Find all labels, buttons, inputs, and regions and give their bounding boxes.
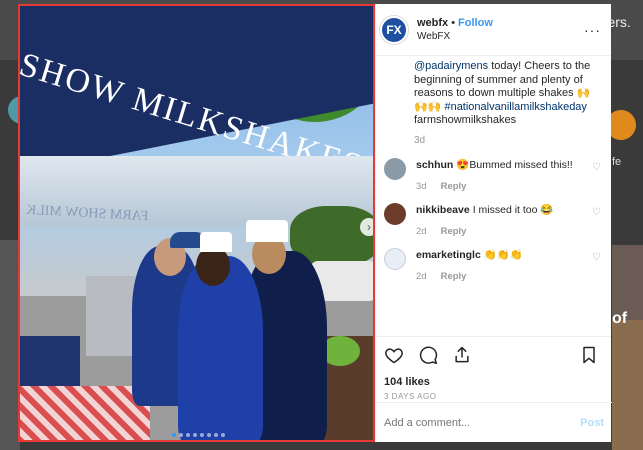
- comment-bubble-icon[interactable]: [418, 345, 442, 369]
- caption-tail: farmshowmilkshakes: [414, 114, 517, 126]
- mention-link[interactable]: @padairymens: [414, 60, 488, 72]
- next-image-arrow-icon[interactable]: ›: [360, 218, 373, 236]
- comment-item: nikkibeave I missed it too 😂 2d Reply ♡: [384, 203, 601, 237]
- background-big-text-right: of: [612, 310, 628, 327]
- comment-body: schhun 😍Bummed missed this!! 3d Reply: [416, 158, 601, 192]
- post-comment-button[interactable]: Post: [580, 417, 604, 429]
- carousel-dot[interactable]: [193, 433, 197, 437]
- avatar[interactable]: FX: [380, 15, 408, 44]
- post-modal: SHOW MILKSHAKES FARM SHOW MILK › FX webf…: [18, 4, 612, 442]
- comment-meta: 3d Reply: [416, 181, 601, 192]
- comment-text: 😍Bummed missed this!!: [456, 159, 573, 171]
- comment-body: emarketinglc 👏👏👏 2d Reply: [416, 248, 601, 282]
- comment-avatar[interactable]: [384, 248, 406, 270]
- caption-time[interactable]: 3d: [414, 134, 601, 148]
- background-image-right-lower: [612, 320, 643, 450]
- carousel-dot[interactable]: [179, 433, 183, 437]
- comment-time[interactable]: 3d: [416, 181, 427, 192]
- carousel-dot[interactable]: [186, 433, 190, 437]
- background-card-left: [0, 240, 20, 450]
- add-comment-bar: Post: [376, 402, 612, 442]
- reply-button[interactable]: Reply: [441, 226, 467, 237]
- comment-body: nikkibeave I missed it too 😂 2d Reply: [416, 203, 601, 237]
- carousel-dot[interactable]: [221, 433, 225, 437]
- carousel-dot[interactable]: [172, 433, 176, 437]
- username-link[interactable]: webfx: [417, 17, 448, 29]
- comment-username[interactable]: emarketinglc: [416, 249, 481, 261]
- carousel-dots: [20, 424, 373, 440]
- comment-avatar[interactable]: [384, 158, 406, 180]
- paper-hat-center: [200, 232, 232, 252]
- reply-button[interactable]: Reply: [441, 271, 467, 282]
- more-options-icon[interactable]: ···: [584, 22, 601, 38]
- comment-item: emarketinglc 👏👏👏 2d Reply ♡: [384, 248, 601, 282]
- post-side-panel: FX webfx • Follow WebFX ··· @padairymens t…: [375, 4, 612, 442]
- like-heart-icon[interactable]: [384, 345, 408, 369]
- post-photo[interactable]: SHOW MILKSHAKES FARM SHOW MILK ›: [18, 4, 375, 442]
- post-header: FX webfx • Follow WebFX ···: [376, 4, 611, 56]
- comment-text: 👏👏👏: [483, 249, 524, 261]
- comment-like-heart-icon[interactable]: ♡: [592, 252, 601, 263]
- likes-count[interactable]: 104 likes: [376, 376, 611, 388]
- comment-meta: 2d Reply: [416, 226, 601, 237]
- carousel-dot[interactable]: [214, 433, 218, 437]
- comments-list[interactable]: @padairymens today! Cheers to the beginn…: [376, 56, 611, 336]
- comment-username[interactable]: schhun: [416, 159, 453, 171]
- carousel-dot[interactable]: [200, 433, 204, 437]
- follow-button[interactable]: Follow: [458, 17, 493, 29]
- comment-time[interactable]: 2d: [416, 271, 427, 282]
- background-text-right: fe: [612, 156, 622, 168]
- header-info: webfx • Follow WebFX: [417, 17, 584, 42]
- separator-bullet: •: [451, 17, 456, 29]
- reply-button[interactable]: Reply: [441, 181, 467, 192]
- action-bar: [376, 336, 611, 376]
- bookmark-icon[interactable]: [579, 345, 603, 369]
- share-icon[interactable]: [452, 345, 476, 369]
- header-top-line: webfx • Follow: [417, 17, 584, 29]
- comment-time[interactable]: 2d: [416, 226, 427, 237]
- post-caption: @padairymens today! Cheers to the beginn…: [384, 60, 601, 147]
- comment-input[interactable]: [384, 416, 581, 429]
- head-center: [196, 246, 230, 286]
- comment-avatar[interactable]: [384, 203, 406, 225]
- comment-like-heart-icon[interactable]: ♡: [592, 207, 601, 218]
- post-date[interactable]: 3 DAYS AGO: [376, 388, 611, 401]
- comment-meta: 2d Reply: [416, 271, 601, 282]
- comment-like-heart-icon[interactable]: ♡: [592, 162, 601, 173]
- comment-username[interactable]: nikkibeave: [416, 204, 470, 216]
- account-subname[interactable]: WebFX: [417, 31, 584, 42]
- hashtag-link[interactable]: #nationalvanillamilkshakeday: [444, 101, 586, 113]
- carousel-dot[interactable]: [207, 433, 211, 437]
- comment-item: schhun 😍Bummed missed this!! 3d Reply ♡: [384, 158, 601, 192]
- comment-text: I missed it too 😂: [472, 204, 554, 216]
- paper-hat-right: [246, 220, 288, 242]
